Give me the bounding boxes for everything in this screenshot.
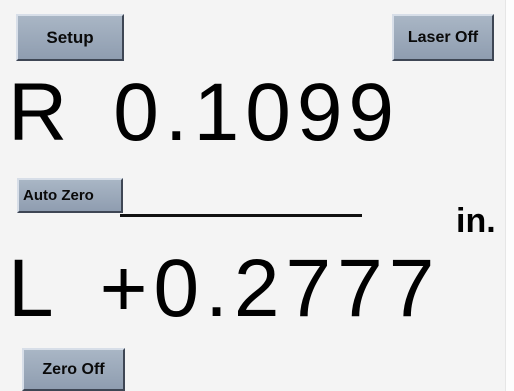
reading-divider — [120, 214, 362, 217]
gauge-display-screen: Setup Laser Off R 0.1099 Auto Zero in. L +… — [0, 0, 514, 391]
left-side-label: L — [8, 243, 60, 334]
setup-button[interactable]: Setup — [16, 14, 124, 61]
right-reading: R 0.1099 — [8, 72, 400, 154]
unit-label: in. — [456, 202, 496, 240]
right-side-label: R — [8, 67, 74, 158]
left-reading-value: +0.2777 — [99, 243, 441, 334]
left-reading: L +0.2777 — [8, 248, 440, 330]
auto-zero-button[interactable]: Auto Zero — [17, 178, 123, 213]
right-reading-value: 0.1099 — [113, 67, 401, 158]
screen-edge — [505, 0, 514, 391]
zero-off-button[interactable]: Zero Off — [22, 348, 125, 391]
laser-off-button[interactable]: Laser Off — [392, 14, 494, 61]
